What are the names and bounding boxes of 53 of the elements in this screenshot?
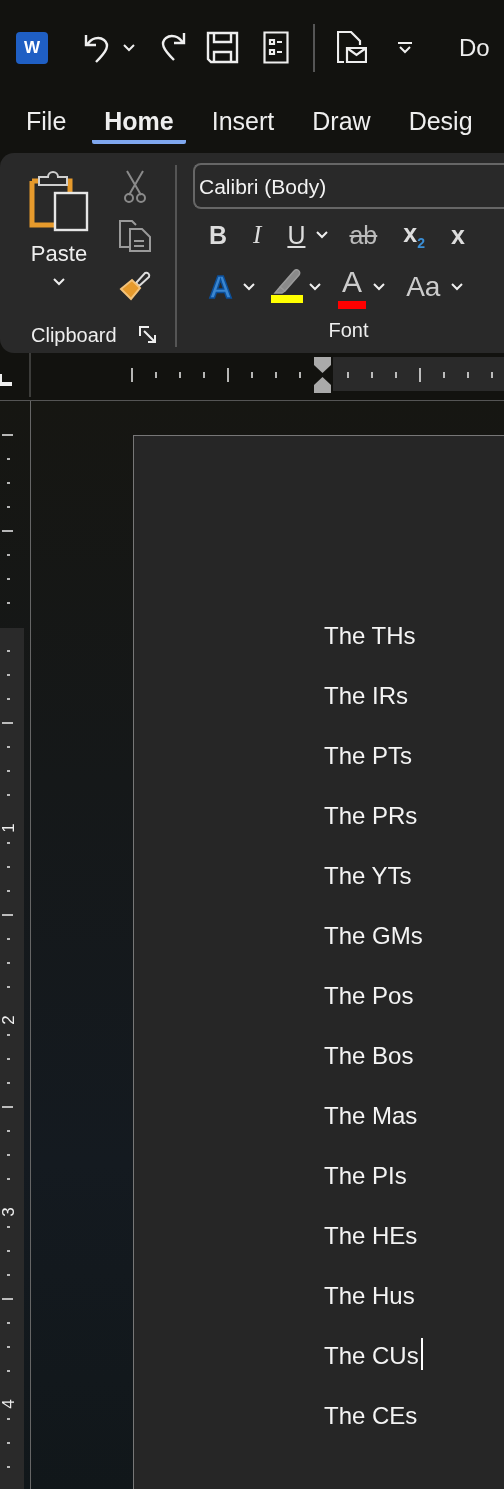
document-text-line: The CUs [324, 1342, 419, 1370]
format-button[interactable]: A [336, 265, 369, 309]
document-text-line: The PTs [324, 742, 413, 770]
word-logo: W [16, 31, 48, 64]
caret-icon[interactable] [308, 282, 323, 292]
format-button[interactable]: B [203, 220, 234, 250]
ribbon-tab[interactable]: File [14, 95, 79, 144]
scissors-icon[interactable] [123, 169, 147, 203]
document-text-line: The Pos [324, 982, 414, 1010]
caret-icon[interactable] [122, 42, 136, 53]
ruler-number: 1 [0, 822, 18, 835]
caret-icon [52, 277, 66, 287]
ribbon-tab[interactable]: Home [92, 95, 186, 144]
format-button[interactable]: U [281, 220, 312, 250]
ruler-number: 2 [0, 1014, 18, 1027]
document-text-line: The GMs [324, 922, 423, 950]
format-button[interactable]: x$_{2}$ [397, 219, 431, 251]
document-text-line: The Hus [324, 1282, 415, 1310]
clipboard-icon [29, 171, 89, 233]
document-text-line: The IRs [324, 682, 409, 710]
document-text-line: The Mas [324, 1102, 418, 1130]
document-text-line: The YTs [324, 862, 412, 890]
document-text-line: The PRs [324, 802, 418, 830]
dialog-launcher-icon[interactable] [138, 326, 157, 344]
save-icon[interactable] [206, 31, 239, 64]
customize-caret-icon[interactable] [397, 40, 413, 55]
document-text-line: The HEs [324, 1222, 418, 1250]
group-label: Font [328, 318, 369, 342]
caret-icon[interactable] [450, 282, 465, 292]
ribbon-tab[interactable]: Insert [199, 95, 287, 144]
caret-icon[interactable] [372, 282, 387, 292]
document-text-line: The THs [324, 622, 416, 650]
format-button[interactable]: x [444, 220, 471, 250]
group-label: Clipboard [31, 323, 117, 347]
format-button[interactable]: I [247, 221, 268, 249]
paste-button[interactable]: Paste [0, 163, 118, 318]
ruler-number: 3 [0, 1206, 18, 1219]
form-icon[interactable] [263, 31, 289, 64]
mail-document-icon[interactable] [337, 31, 367, 64]
document-text-line: The CEs [324, 1402, 418, 1430]
document-text-line: The Bos [324, 1042, 414, 1070]
ruler-number: 4 [0, 1398, 18, 1411]
caret-icon[interactable] [242, 282, 257, 292]
format-button[interactable]: Aa [400, 271, 447, 303]
document-title: Do [459, 33, 490, 62]
font-name-field[interactable]: Calibri (Body) [193, 163, 504, 209]
ribbon-tab[interactable]: Draw [300, 95, 383, 144]
document-text-line: The PIs [324, 1162, 407, 1190]
format-painter-icon[interactable] [118, 269, 152, 303]
format-button[interactable]: ab [343, 220, 384, 250]
ribbon-tab[interactable]: Desig [396, 95, 485, 144]
caret-icon[interactable] [315, 230, 330, 240]
copy-icon[interactable] [118, 219, 152, 253]
